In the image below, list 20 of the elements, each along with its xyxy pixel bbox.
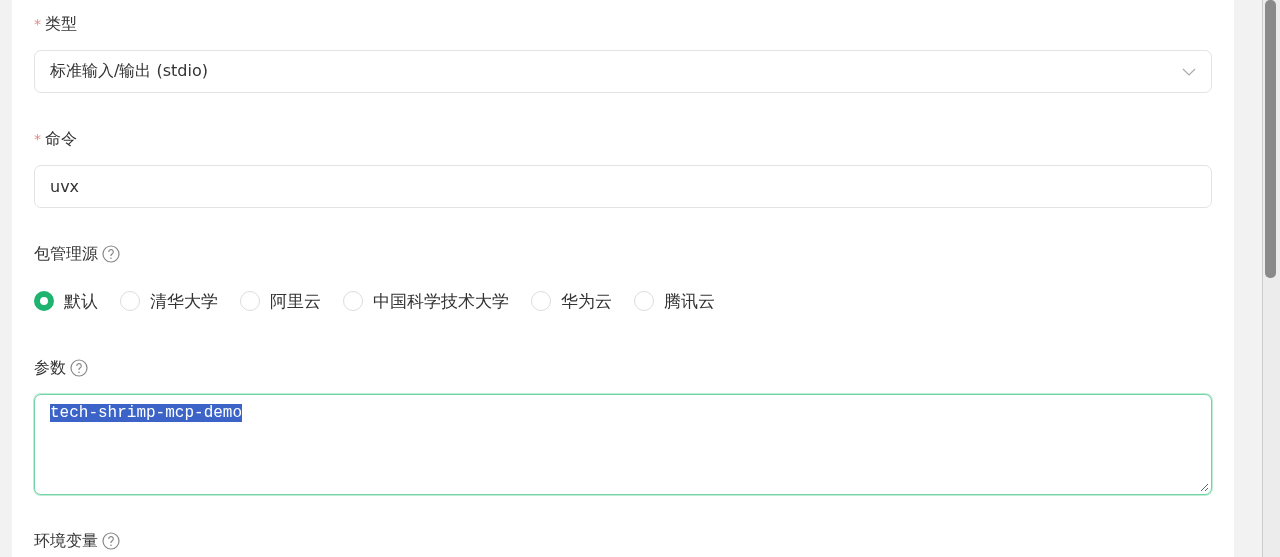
- required-asterisk: *: [34, 131, 41, 147]
- scrollbar-thumb[interactable]: [1265, 0, 1276, 278]
- radio-option[interactable]: 华为云: [531, 289, 612, 313]
- radio-option[interactable]: 腾讯云: [634, 289, 715, 313]
- command-input[interactable]: uvx: [34, 165, 1212, 208]
- resize-grip-icon[interactable]: [1199, 482, 1209, 492]
- radio-dot[interactable]: [34, 291, 54, 311]
- radio-option[interactable]: 中国科学技术大学: [343, 289, 509, 313]
- radio-option[interactable]: 默认: [34, 289, 98, 313]
- field-label: 命令: [45, 128, 77, 150]
- field-label: 环境变量: [34, 530, 98, 552]
- arguments-textarea[interactable]: tech-shrimp-mcp-demo: [34, 394, 1212, 495]
- required-asterisk: *: [34, 16, 41, 32]
- type-select[interactable]: 标准输入/输出 (stdio): [34, 50, 1212, 93]
- field-label: 包管理源: [34, 243, 98, 265]
- chevron-down-icon: [1182, 66, 1196, 77]
- radio-option[interactable]: 阿里云: [240, 289, 321, 313]
- field-label: 参数: [34, 357, 66, 379]
- field-label: 类型: [45, 13, 77, 35]
- radio-option[interactable]: 清华大学: [120, 289, 218, 313]
